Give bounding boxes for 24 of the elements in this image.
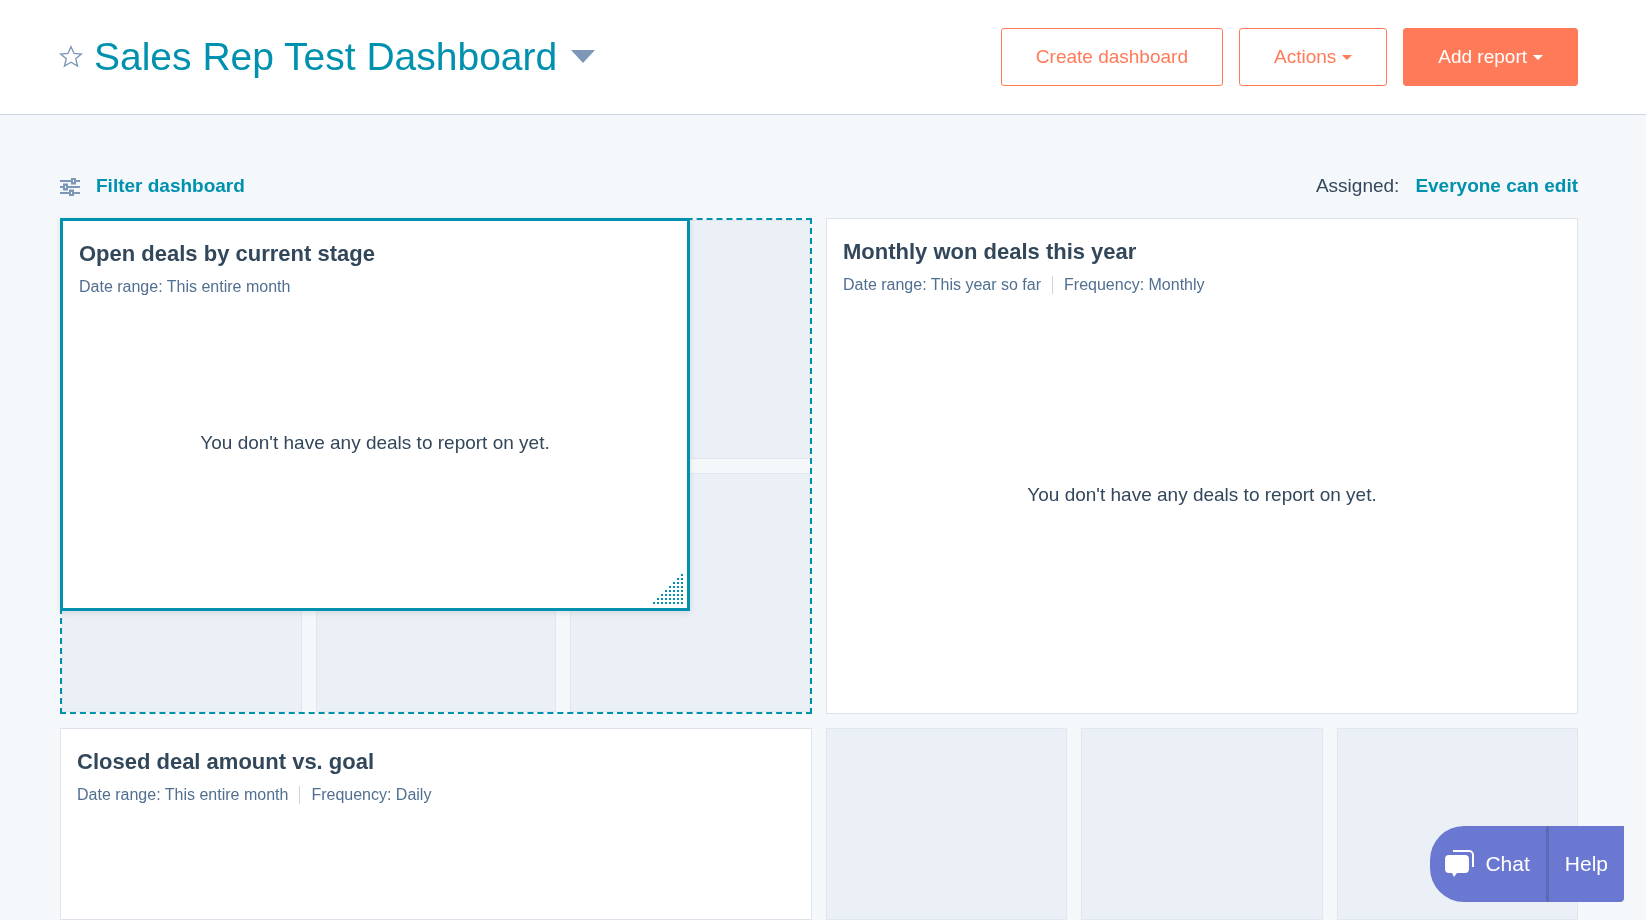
header-button[interactable]: Actions — [1238, 28, 1388, 86]
report-title: Monthly won deals this year — [843, 239, 1138, 266]
report-title: Closed deal amount vs. goal — [77, 749, 376, 776]
resize-handle-icon[interactable] — [652, 573, 684, 605]
empty-message: You don't have any deals to report on yet. — [200, 431, 550, 456]
filter-icon[interactable] — [60, 177, 80, 196]
report-meta: Frequency: Monthly — [1064, 275, 1205, 296]
star-icon[interactable] — [58, 44, 84, 70]
report-meta: Date range: This entire month — [77, 785, 289, 806]
report-title: Open deals by current stage — [79, 241, 376, 268]
assigned-link[interactable]: Everyone can edit — [1415, 172, 1578, 201]
filter-dashboard-link[interactable]: Filter dashboard — [96, 172, 245, 201]
header-button[interactable]: Create dashboard — [1000, 28, 1223, 86]
report-meta: Date range: This entire month — [79, 277, 291, 298]
dropdown-caret-icon[interactable] — [571, 50, 596, 64]
header-button[interactable]: Add report — [1403, 28, 1578, 86]
report-meta: Frequency: Daily — [311, 785, 432, 806]
chat-bubble-icon — [1445, 849, 1476, 879]
assigned-label: Assigned: — [1315, 174, 1400, 199]
empty-message: You don't have any deals to report on yet. — [1027, 482, 1377, 507]
help-button[interactable]: Help — [1548, 826, 1624, 902]
report-meta: Date range: This year so far — [843, 275, 1042, 296]
chat-button[interactable]: Chat — [1430, 826, 1549, 902]
dashboard-title: Sales Rep Test Dashboard — [94, 33, 558, 80]
